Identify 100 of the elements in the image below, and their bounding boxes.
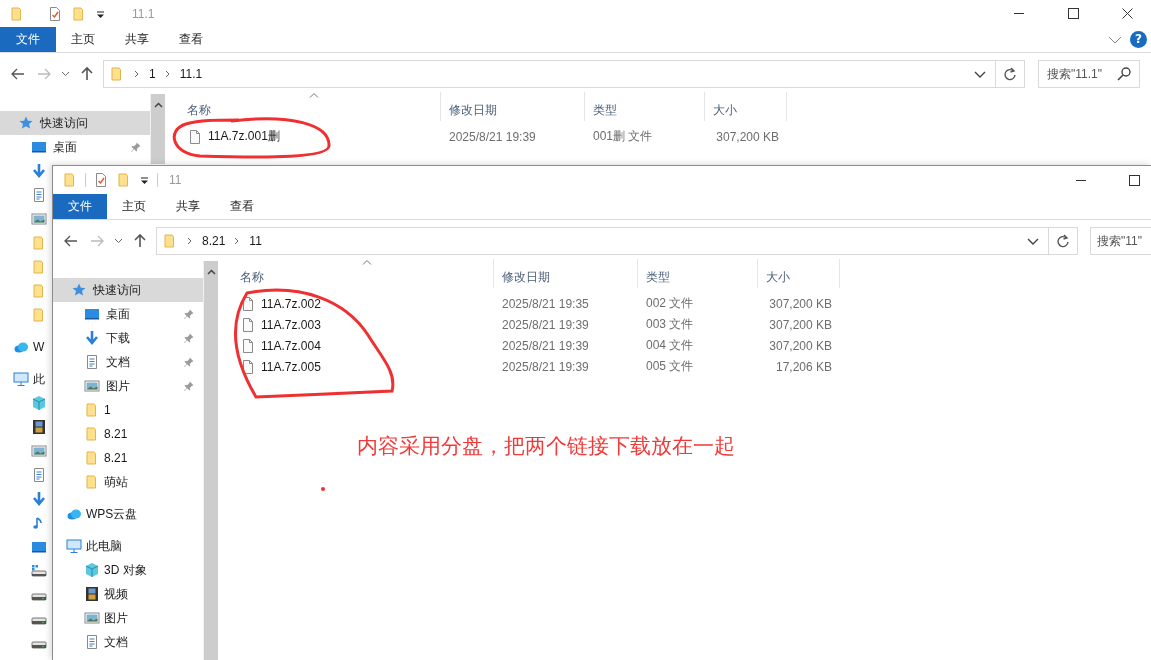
refresh-button[interactable]: [1049, 227, 1078, 255]
document-icon: [31, 187, 47, 203]
breadcrumb[interactable]: 11: [249, 234, 262, 248]
nav-item[interactable]: 文档: [53, 350, 203, 374]
column-header[interactable]: 大小: [705, 92, 787, 121]
refresh-button[interactable]: [996, 60, 1025, 88]
pin-icon: [130, 141, 142, 153]
file-name[interactable]: 11A.7z.003: [261, 317, 321, 332]
cube-icon: [31, 395, 47, 411]
file-name[interactable]: 11A.7z.004: [261, 338, 321, 353]
nav-item[interactable]: 快速访问: [0, 111, 150, 135]
file-name[interactable]: 11A.7z.005: [261, 359, 321, 374]
column-header[interactable]: 类型: [585, 92, 705, 121]
modified-date: 2025/8/21 19:35: [502, 296, 589, 311]
close-icon[interactable]: [1122, 8, 1133, 19]
file-type: 002 文件: [646, 295, 694, 312]
monitor-icon: [31, 539, 47, 555]
scrollbar[interactable]: [150, 94, 165, 164]
back-arrow-icon[interactable]: [10, 67, 26, 81]
ribbon-tab[interactable]: 主页: [56, 27, 110, 52]
chevron-right-icon: [234, 237, 241, 245]
file-size: 307,200 KB: [769, 317, 832, 332]
dropdown-icon[interactable]: [139, 175, 150, 185]
address-bar[interactable]: 8.21 11: [156, 227, 1049, 255]
nav-item[interactable]: 1: [53, 398, 119, 422]
column-header[interactable]: 修改日期: [494, 259, 638, 288]
file-name[interactable]: 11A.7z.001删: [208, 128, 280, 145]
address-bar[interactable]: 1 11.1: [103, 60, 996, 88]
breadcrumb[interactable]: 1: [149, 67, 156, 81]
column-header[interactable]: 大小: [758, 259, 840, 288]
nav-item[interactable]: 桌面: [0, 135, 150, 159]
back-arrow-icon[interactable]: [63, 234, 79, 248]
column-header[interactable]: 名称: [165, 92, 441, 121]
column-header[interactable]: 名称: [218, 259, 494, 288]
picture-icon: [31, 211, 47, 227]
nav-item[interactable]: 桌面: [53, 302, 203, 326]
help-button[interactable]: ?: [1130, 31, 1147, 48]
ribbon-tab[interactable]: 文件: [53, 194, 107, 219]
nav-item[interactable]: 下载: [53, 326, 203, 350]
refresh-icon[interactable]: [1056, 234, 1070, 248]
pin-icon: [183, 308, 195, 320]
nav-item[interactable]: 图片: [53, 606, 136, 630]
ribbon-tab[interactable]: 主页: [107, 194, 161, 219]
maximize-icon[interactable]: [1068, 8, 1079, 19]
chevron-right-icon: [134, 70, 140, 78]
file-type: 003 文件: [646, 316, 694, 333]
column-header[interactable]: 类型: [638, 259, 758, 288]
maximize-icon[interactable]: [1129, 174, 1140, 186]
ribbon-tab[interactable]: 共享: [110, 27, 164, 52]
down-arrow-icon: [84, 330, 100, 346]
file-icon: [240, 295, 256, 312]
file-type: 005 文件: [646, 358, 694, 375]
modified-date: 2025/8/21 19:39: [502, 338, 589, 353]
chevron-down-icon[interactable]: [974, 70, 986, 78]
pin-icon: [183, 356, 195, 368]
nav-item[interactable]: 3D 对象: [53, 558, 155, 582]
chevron-down-icon[interactable]: [61, 71, 70, 77]
nav-item[interactable]: 8.21: [53, 422, 136, 446]
nav-item[interactable]: 萌站: [53, 470, 136, 494]
nav-item[interactable]: W: [0, 335, 47, 359]
refresh-icon[interactable]: [1003, 67, 1017, 81]
ribbon-tab[interactable]: 查看: [215, 194, 269, 219]
checked-document-icon[interactable]: [93, 172, 109, 188]
monitor-icon: [84, 306, 100, 322]
chevron-down-icon[interactable]: [1027, 237, 1039, 245]
file-size: 17,206 KB: [775, 359, 832, 374]
checked-document-icon[interactable]: [47, 5, 63, 22]
nav-item[interactable]: WPS云盘: [53, 502, 140, 526]
scrollbar[interactable]: [203, 261, 218, 660]
up-arrow-icon[interactable]: [133, 233, 147, 249]
pin-icon: [183, 380, 195, 392]
nav-item[interactable]: 此电脑: [53, 534, 124, 558]
file-icon: [187, 128, 203, 145]
ribbon-tab[interactable]: 共享: [161, 194, 215, 219]
chevron-down-icon[interactable]: [114, 238, 123, 244]
up-arrow-icon[interactable]: [80, 66, 94, 82]
nav-item[interactable]: 快速访问: [53, 278, 203, 302]
search-field[interactable]: 搜索"11.1": [1038, 60, 1140, 88]
file-size: 307,200 KB: [769, 296, 832, 311]
dropdown-icon[interactable]: [95, 8, 106, 19]
sort-caret-icon: [308, 92, 319, 98]
chevron-right-icon: [187, 237, 193, 245]
nav-item[interactable]: 8.21: [53, 446, 136, 470]
breadcrumb[interactable]: 8.21: [202, 234, 226, 248]
breadcrumb[interactable]: 11.1: [179, 67, 203, 81]
cube-icon: [84, 562, 100, 578]
search-icon[interactable]: [1117, 67, 1131, 81]
search-field[interactable]: 搜索"11": [1090, 227, 1151, 255]
annotation-dot: [321, 487, 325, 491]
film-icon: [31, 419, 47, 435]
ribbon-tab[interactable]: 文件: [0, 27, 56, 52]
document-icon: [31, 467, 47, 483]
column-header[interactable]: 修改日期: [441, 92, 585, 121]
file-name[interactable]: 11A.7z.002: [261, 296, 321, 311]
nav-item[interactable]: 视频: [53, 582, 136, 606]
nav-item[interactable]: 此: [0, 367, 47, 391]
nav-item[interactable]: 文档: [53, 630, 136, 654]
annotation-note: 内容采用分盘，把两个链接下载放在一起: [357, 433, 735, 459]
ribbon-tab[interactable]: 查看: [164, 27, 218, 52]
nav-item[interactable]: 图片: [53, 374, 203, 398]
